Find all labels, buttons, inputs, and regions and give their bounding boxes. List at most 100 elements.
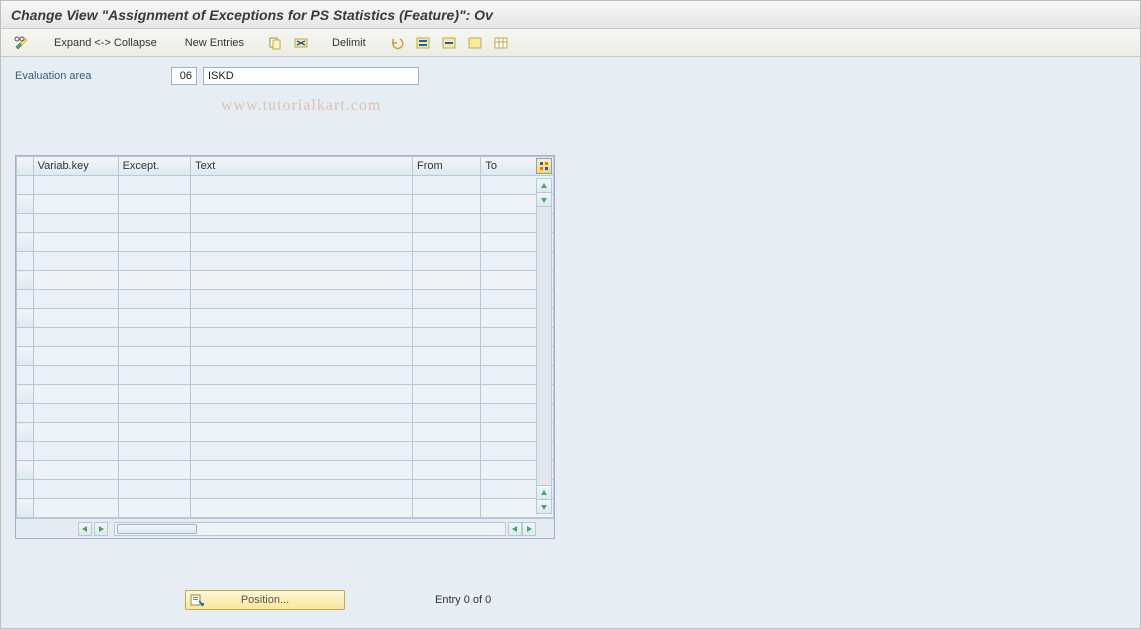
cell[interactable] [33,442,118,461]
scroll-up-inner-button[interactable] [537,485,551,499]
row-selector[interactable] [17,404,34,423]
table-configurator-button[interactable] [536,158,552,174]
cell[interactable] [118,404,191,423]
cell[interactable] [412,404,480,423]
cell[interactable] [412,252,480,271]
row-selector[interactable] [17,499,34,518]
scroll-down-button[interactable] [537,499,551,513]
toggle-edit-button[interactable] [9,33,35,53]
cell[interactable] [191,499,413,518]
cell[interactable] [191,214,413,233]
cell[interactable] [191,347,413,366]
cell[interactable] [412,347,480,366]
row-selector[interactable] [17,461,34,480]
hscroll-thumb[interactable] [117,524,197,534]
cell[interactable] [33,480,118,499]
undo-button[interactable] [385,33,409,53]
cell[interactable] [412,233,480,252]
row-selector[interactable] [17,290,34,309]
deselect-all-button[interactable] [463,33,487,53]
row-selector[interactable] [17,214,34,233]
cell[interactable] [412,442,480,461]
cell[interactable] [33,423,118,442]
cell[interactable] [33,366,118,385]
row-selector[interactable] [17,309,34,328]
cell[interactable] [33,461,118,480]
position-button[interactable]: Position... [185,590,345,610]
row-selector[interactable] [17,366,34,385]
cell[interactable] [191,309,413,328]
row-selector[interactable] [17,252,34,271]
row-selector-header[interactable] [17,157,34,176]
hscroll-track[interactable] [114,522,506,536]
scroll-left-inner-button[interactable] [508,522,522,536]
cell[interactable] [412,423,480,442]
row-selector[interactable] [17,480,34,499]
cell[interactable] [118,480,191,499]
cell[interactable] [118,347,191,366]
cell[interactable] [33,176,118,195]
cell[interactable] [412,290,480,309]
scroll-down-inner-button[interactable] [537,193,551,207]
evaluation-area-desc-input[interactable] [203,67,419,85]
row-selector[interactable] [17,347,34,366]
cell[interactable] [118,252,191,271]
select-all-button[interactable] [411,33,435,53]
cell[interactable] [33,309,118,328]
row-selector[interactable] [17,423,34,442]
cell[interactable] [412,214,480,233]
evaluation-area-code-input[interactable] [171,67,197,85]
delimit-button[interactable]: Delimit [323,33,375,53]
cell[interactable] [33,214,118,233]
row-selector[interactable] [17,442,34,461]
cell[interactable] [33,195,118,214]
cell[interactable] [33,328,118,347]
cell[interactable] [412,366,480,385]
cell[interactable] [191,480,413,499]
row-selector[interactable] [17,385,34,404]
cell[interactable] [118,328,191,347]
cell[interactable] [191,404,413,423]
scroll-left-button[interactable] [78,522,92,536]
copy-as-button[interactable] [263,33,287,53]
row-selector[interactable] [17,271,34,290]
cell[interactable] [33,404,118,423]
cell[interactable] [33,271,118,290]
row-selector[interactable] [17,195,34,214]
cell[interactable] [118,176,191,195]
col-text[interactable]: Text [191,157,413,176]
cell[interactable] [412,195,480,214]
cell[interactable] [118,423,191,442]
col-variab-key[interactable]: Variab.key [33,157,118,176]
cell[interactable] [191,328,413,347]
cell[interactable] [118,271,191,290]
col-except[interactable]: Except. [118,157,191,176]
col-from[interactable]: From [412,157,480,176]
cell[interactable] [412,271,480,290]
cell[interactable] [412,480,480,499]
select-block-button[interactable] [437,33,461,53]
cell[interactable] [118,442,191,461]
cell[interactable] [191,252,413,271]
cell[interactable] [118,195,191,214]
cell[interactable] [191,461,413,480]
cell[interactable] [118,385,191,404]
cell[interactable] [191,233,413,252]
row-selector[interactable] [17,233,34,252]
cell[interactable] [33,233,118,252]
cell[interactable] [118,214,191,233]
cell[interactable] [118,499,191,518]
scroll-right-button[interactable] [522,522,536,536]
cell[interactable] [118,461,191,480]
vertical-scrollbar[interactable] [536,178,552,514]
cell[interactable] [33,252,118,271]
cell[interactable] [191,385,413,404]
cell[interactable] [412,309,480,328]
new-entries-button[interactable]: New Entries [176,33,253,53]
cell[interactable] [412,176,480,195]
cell[interactable] [118,366,191,385]
cell[interactable] [33,347,118,366]
cell[interactable] [191,290,413,309]
cell[interactable] [33,385,118,404]
delete-button[interactable] [289,33,313,53]
